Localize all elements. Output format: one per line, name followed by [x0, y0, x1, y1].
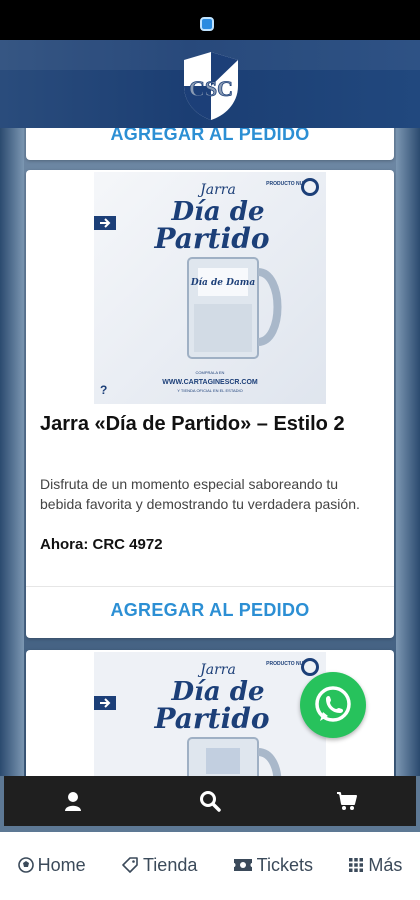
nav-tickets[interactable]: Tickets [233, 855, 313, 876]
product-description: Disfruta de un momento especial saborean… [40, 476, 360, 512]
nav-mas-label: Más [368, 854, 403, 875]
account-button[interactable] [33, 776, 113, 826]
svg-text:Partido: Partido [153, 702, 269, 735]
nav-home[interactable]: Home [17, 854, 86, 876]
svg-text:Partido: Partido [153, 222, 269, 255]
product-price: Ahora: CRC 4972 [40, 536, 163, 553]
cart-icon [337, 792, 358, 810]
product-card: AGREGAR AL PEDIDO [26, 128, 394, 160]
tag-icon [122, 857, 138, 873]
user-icon [64, 792, 81, 811]
nav-home-label: Home [37, 854, 86, 875]
product-title: Jarra «Día de Partido» – Estilo 2 [40, 413, 345, 435]
product-image[interactable]: Jarra Día de Partido PRODUCTO NUEVO Día … [94, 172, 326, 404]
svg-text:Y TIENDA OFICIAL EN EL ESTADIO: Y TIENDA OFICIAL EN EL ESTADIO [177, 388, 243, 393]
svg-text:COMPRALA EN: COMPRALA EN [196, 370, 225, 375]
bottom-navigation: Home Tienda Tickets Más [0, 832, 420, 900]
add-to-order-button[interactable]: AGREGAR AL PEDIDO [26, 586, 394, 634]
add-to-order-button[interactable]: AGREGAR AL PEDIDO [26, 128, 394, 158]
svg-text:WWW.CARTAGINESCR.COM: WWW.CARTAGINESCR.COM [162, 379, 258, 386]
svg-text:Jarra: Jarra [197, 662, 236, 678]
nav-tickets-label: Tickets [256, 854, 314, 875]
product-image[interactable]: Jarra Día de Partido PRODUCTO NUEVO [94, 652, 326, 776]
product-list[interactable]: AGREGAR AL PEDIDO Jarra Día de Partido P… [0, 128, 420, 776]
club-shield-logo[interactable]: CSC [180, 50, 242, 122]
search-button[interactable] [170, 776, 250, 826]
grid-icon [349, 858, 364, 872]
nav-tienda[interactable]: Tienda [121, 855, 197, 876]
svg-text:CSC: CSC [189, 76, 233, 101]
notification-app-icon [200, 17, 214, 31]
quick-actions-bar [4, 776, 416, 826]
app-header: CSC [0, 40, 420, 128]
product-card: Jarra Día de Partido PRODUCTO NUEVO Día … [26, 170, 394, 638]
whatsapp-icon [315, 686, 351, 722]
search-icon [199, 791, 221, 812]
svg-text:?: ? [100, 383, 107, 397]
svg-text:Día de Dama: Día de Dama [190, 277, 256, 288]
cart-button[interactable] [307, 776, 387, 826]
soccer-ball-icon [17, 857, 34, 873]
nav-tienda-label: Tienda [142, 854, 198, 875]
whatsapp-button[interactable] [300, 672, 366, 738]
svg-text:Jarra: Jarra [197, 182, 236, 198]
ticket-icon [233, 859, 252, 871]
nav-mas[interactable]: Más [348, 855, 402, 876]
status-bar [0, 0, 420, 40]
